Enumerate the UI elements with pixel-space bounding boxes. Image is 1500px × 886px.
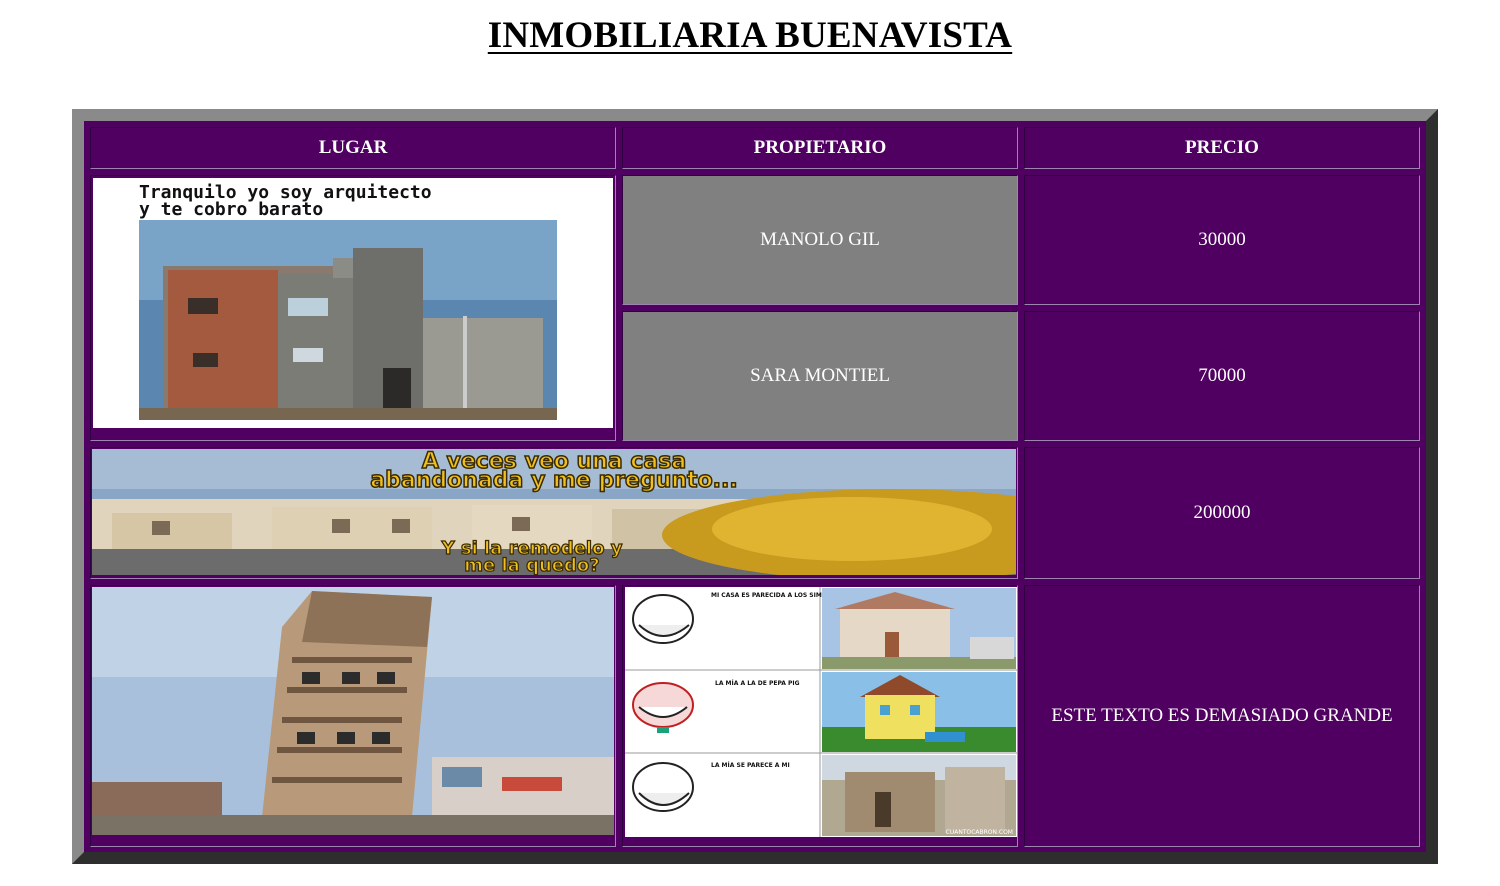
page-title: INMOBILIARIA BUENAVISTA — [487, 15, 1013, 56]
property-table: LUGAR PROPIETARIO PRECIO Tranquilo yo so… — [72, 109, 1438, 864]
header-lugar: LUGAR — [90, 127, 616, 169]
lugar-cell-1: Tranquilo yo soy arquitecto y te cobro b… — [90, 175, 616, 441]
owner-cell-manolo: MANOLO GIL — [622, 175, 1018, 305]
comic-watermark: CUANTOCABRON.COM — [946, 829, 1013, 836]
header-propietario: PROPIETARIO — [622, 127, 1018, 169]
meme-caption-line-2: y te cobro barato — [139, 199, 323, 220]
leaning-building-image — [92, 587, 614, 835]
casa-abandonada-meme-image: A veces veo una casa abandonada y me pre… — [92, 449, 1016, 575]
price-cell-4: ESTE TEXTO ES DEMASIADO GRANDE — [1024, 585, 1420, 847]
comic-caption-2: LA MÍA A LA DE PEPA PIG — [715, 679, 800, 687]
price-cell-3: 200000 — [1024, 447, 1420, 579]
price-cell-2: 70000 — [1024, 311, 1420, 441]
simpsons-comic-image: MI CASA ES PARECIDA A LOS SIMPSONS LA MÍ… — [625, 587, 1017, 837]
lugar-cell-3 — [90, 585, 616, 847]
abandoned-caption-top-2: abandonada y me pregunto... — [370, 468, 738, 493]
arquitecto-meme-image: Tranquilo yo soy arquitecto y te cobro b… — [93, 178, 613, 428]
abandoned-caption-bottom-2: me la quedo? — [464, 555, 599, 575]
header-precio: PRECIO — [1024, 127, 1420, 169]
owner-cell-sara: SARA MONTIEL — [622, 311, 1018, 441]
comic-caption-3: LA MÍA SE PARECE A MI — [711, 761, 790, 769]
lugar-cell-2: A veces veo una casa abandonada y me pre… — [90, 447, 1018, 579]
propietario-cell-3: MI CASA ES PARECIDA A LOS SIMPSONS LA MÍ… — [622, 585, 1018, 847]
price-cell-1: 30000 — [1024, 175, 1420, 305]
